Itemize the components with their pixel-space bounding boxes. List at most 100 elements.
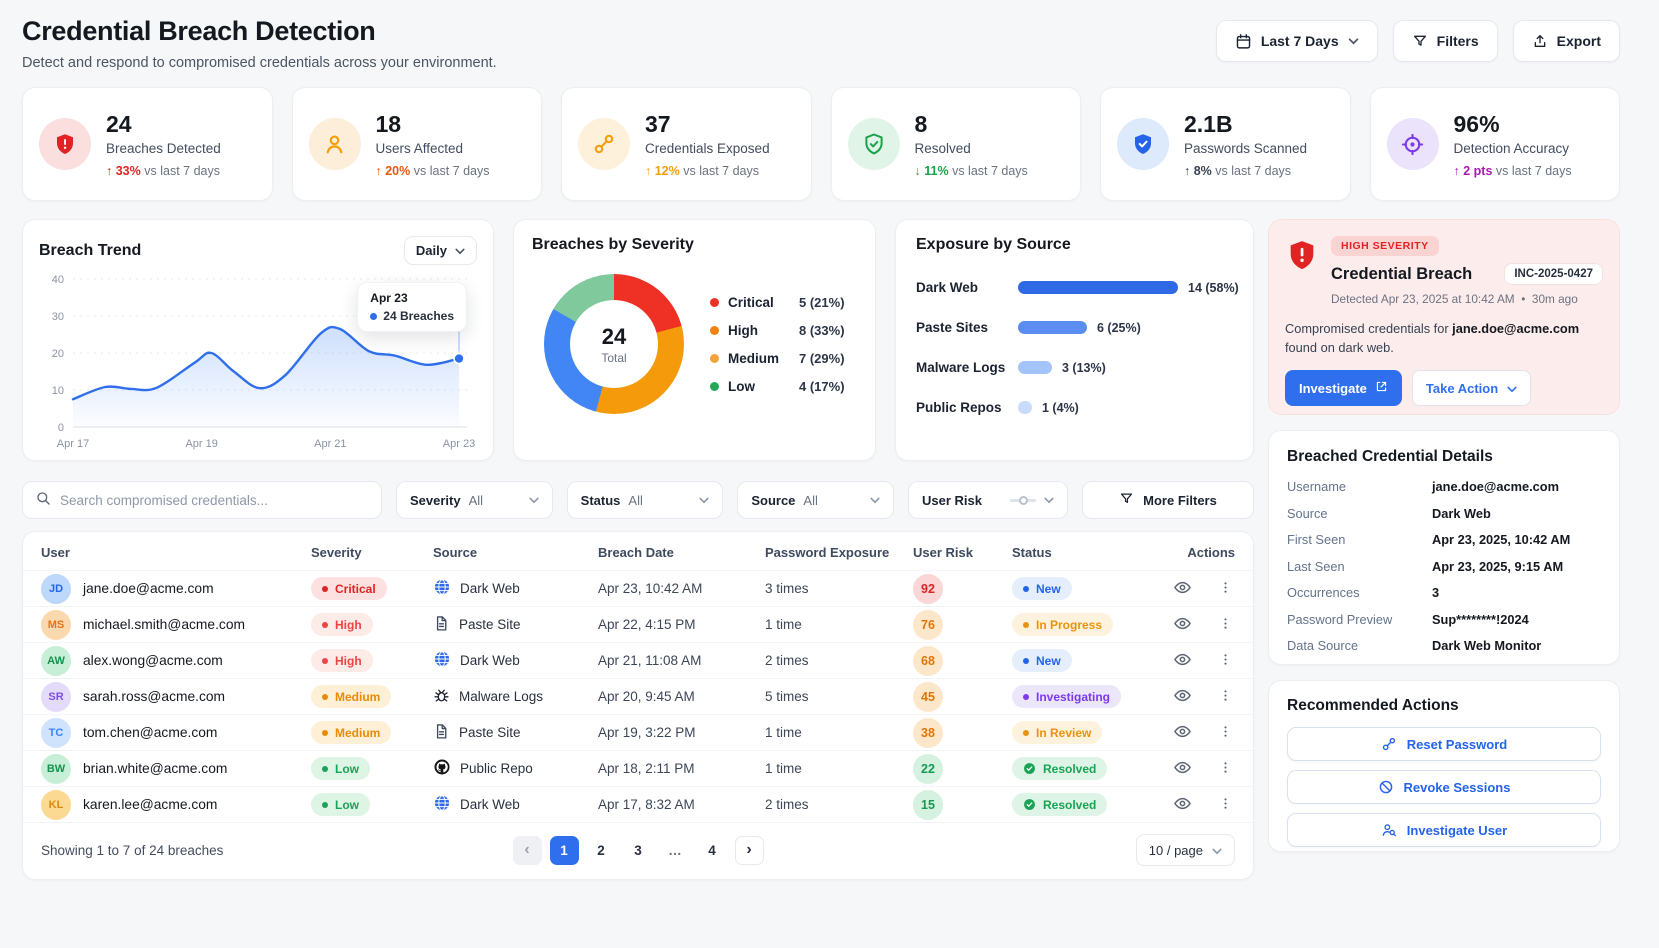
row-menu-button[interactable] bbox=[1216, 793, 1235, 817]
password-exposure: 3 times bbox=[765, 581, 913, 596]
risk-range-slider[interactable] bbox=[1010, 499, 1036, 502]
table-row[interactable]: KL karen.lee@acme.com Low Dark Web Apr 1… bbox=[23, 786, 1253, 822]
severity-badge: High bbox=[311, 613, 373, 636]
dot-icon bbox=[1023, 694, 1029, 700]
filter-dropdown-severity[interactable]: Severity All bbox=[396, 481, 553, 519]
kebab-icon bbox=[1218, 651, 1233, 671]
exposure-value: 1 (4%) bbox=[1042, 401, 1079, 415]
page-ellipsis: … bbox=[661, 836, 690, 865]
incident-title: Credential Breach bbox=[1331, 265, 1472, 284]
arrow-up-icon: ↑ bbox=[1454, 164, 1460, 178]
target-icon bbox=[1387, 118, 1439, 170]
eye-icon bbox=[1173, 794, 1192, 816]
table-row[interactable]: TC tom.chen@acme.com Medium Paste Site A… bbox=[23, 714, 1253, 750]
page-button-2[interactable]: 2 bbox=[587, 836, 616, 865]
kebab-icon bbox=[1218, 615, 1233, 635]
detail-label: Source bbox=[1287, 506, 1432, 521]
kebab-icon bbox=[1218, 795, 1233, 815]
kpi-delta: ↓ 11% vs last 7 days bbox=[915, 164, 1028, 178]
side-column: HIGH SEVERITY Credential Breach INC-2025… bbox=[1268, 219, 1620, 880]
filters-button[interactable]: Filters bbox=[1393, 20, 1498, 62]
kpi-label: Users Affected bbox=[376, 141, 490, 156]
investigate-user-button[interactable]: Investigate User bbox=[1287, 813, 1601, 847]
user-email: alex.wong@acme.com bbox=[83, 653, 223, 668]
row-menu-button[interactable] bbox=[1216, 757, 1235, 781]
chevron-down-icon bbox=[1507, 381, 1517, 396]
revoke-sessions-button[interactable]: Revoke Sessions bbox=[1287, 770, 1601, 804]
page-button-1[interactable]: 1 bbox=[550, 836, 579, 865]
table-row[interactable]: MS michael.smith@acme.com High Paste Sit… bbox=[23, 606, 1253, 642]
view-row-button[interactable] bbox=[1171, 720, 1194, 746]
filter-dropdown-source[interactable]: Source All bbox=[737, 481, 894, 519]
recommended-actions-title: Recommended Actions bbox=[1287, 697, 1601, 715]
detail-label: Username bbox=[1287, 479, 1432, 494]
row-menu-button[interactable] bbox=[1216, 649, 1235, 673]
table-row[interactable]: SR sarah.ross@acme.com Medium Malware Lo… bbox=[23, 678, 1253, 714]
page-button-3[interactable]: 3 bbox=[624, 836, 653, 865]
view-row-button[interactable] bbox=[1171, 612, 1194, 638]
page-subtitle: Detect and respond to compromised creden… bbox=[22, 55, 497, 71]
export-button[interactable]: Export bbox=[1513, 20, 1620, 62]
user-risk-filter[interactable]: User Risk bbox=[908, 481, 1068, 519]
severity-total-label: Total bbox=[601, 351, 626, 365]
eye-icon bbox=[1173, 722, 1192, 744]
exposure-bar bbox=[1018, 361, 1052, 374]
eye-icon bbox=[1173, 758, 1192, 780]
date-range-label: Last 7 Days bbox=[1261, 33, 1339, 49]
previous-page-button[interactable]: ‹ bbox=[513, 836, 542, 865]
view-row-button[interactable] bbox=[1171, 792, 1194, 818]
severity-chart-title: Breaches by Severity bbox=[532, 236, 857, 254]
search-icon bbox=[35, 490, 51, 511]
svg-text:30: 30 bbox=[52, 311, 64, 323]
view-row-button[interactable] bbox=[1171, 648, 1194, 674]
trend-interval-select[interactable]: Daily bbox=[404, 236, 477, 265]
table-row[interactable]: BW brian.white@acme.com Low Public Repo … bbox=[23, 750, 1253, 786]
severity-total: 24 bbox=[602, 324, 626, 350]
password-exposure: 2 times bbox=[765, 797, 913, 812]
page-size-select[interactable]: 10 / page bbox=[1136, 834, 1235, 866]
row-menu-button[interactable] bbox=[1216, 721, 1235, 745]
password-exposure: 5 times bbox=[765, 689, 913, 704]
severity-legend: Critical 5 (21%) High 8 (33%) Medium 7 (… bbox=[710, 295, 857, 394]
row-menu-button[interactable] bbox=[1216, 613, 1235, 637]
legend-value: 4 (17%) bbox=[799, 379, 857, 394]
column-header: Status bbox=[1012, 545, 1146, 560]
detail-value: Apr 23, 2025, 9:15 AM bbox=[1432, 559, 1563, 574]
svg-text:Apr 17: Apr 17 bbox=[57, 438, 89, 450]
incident-detected-time: Detected Apr 23, 2025 at 10:42 AM • 30m … bbox=[1331, 292, 1603, 306]
filter-icon bbox=[1119, 491, 1134, 509]
view-row-button[interactable] bbox=[1171, 684, 1194, 710]
view-row-button[interactable] bbox=[1171, 756, 1194, 782]
table-row[interactable]: JD jane.doe@acme.com Critical Dark Web A… bbox=[23, 570, 1253, 606]
reset-password-button[interactable]: Reset Password bbox=[1287, 727, 1601, 761]
filter-dropdown-status[interactable]: Status All bbox=[567, 481, 724, 519]
take-action-button[interactable]: Take Action bbox=[1412, 370, 1531, 406]
kebab-icon bbox=[1218, 579, 1233, 599]
legend-label: Medium bbox=[728, 351, 790, 366]
key-icon bbox=[1381, 736, 1397, 752]
kpi-card: 8 Resolved ↓ 11% vs last 7 days bbox=[831, 87, 1082, 201]
detail-row: Data Source Dark Web Monitor bbox=[1287, 638, 1601, 653]
dot-icon bbox=[1023, 730, 1029, 736]
column-header: User bbox=[41, 545, 311, 560]
incident-id-badge: INC-2025-0427 bbox=[1504, 263, 1603, 285]
detail-label: First Seen bbox=[1287, 532, 1432, 547]
severity-legend-item: Medium 7 (29%) bbox=[710, 351, 857, 366]
svg-text:10: 10 bbox=[52, 385, 64, 397]
investigate-button[interactable]: Investigate bbox=[1285, 370, 1402, 406]
next-page-button[interactable]: › bbox=[735, 836, 764, 865]
filter-bar: Severity All Status All Source All User … bbox=[22, 481, 1254, 519]
date-range-button[interactable]: Last 7 Days bbox=[1216, 20, 1378, 62]
row-menu-button[interactable] bbox=[1216, 577, 1235, 601]
page-button-4[interactable]: 4 bbox=[698, 836, 727, 865]
table-row[interactable]: AW alex.wong@acme.com High Dark Web Apr … bbox=[23, 642, 1253, 678]
view-row-button[interactable] bbox=[1171, 576, 1194, 602]
arrow-up-icon: ↑ bbox=[1184, 164, 1190, 178]
export-label: Export bbox=[1557, 33, 1601, 49]
kpi-delta: ↑ 33% vs last 7 days bbox=[106, 164, 221, 178]
table-body: JD jane.doe@acme.com Critical Dark Web A… bbox=[23, 570, 1253, 822]
row-menu-button[interactable] bbox=[1216, 685, 1235, 709]
user-search-icon bbox=[1381, 822, 1397, 838]
search-input[interactable] bbox=[60, 493, 369, 508]
more-filters-button[interactable]: More Filters bbox=[1082, 481, 1254, 519]
